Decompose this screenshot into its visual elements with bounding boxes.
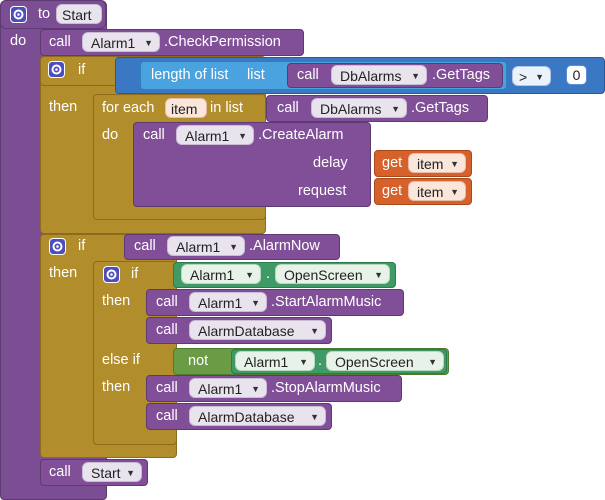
procedure-name: AlarmDatabase <box>198 323 295 339</box>
component-name: Alarm1 <box>176 239 221 255</box>
component-dropdown[interactable]: Alarm1 ▼ <box>82 32 160 52</box>
for-each-keyword: for each <box>102 100 155 116</box>
variable-dropdown[interactable]: item ▼ <box>408 181 466 201</box>
request-label: request <box>298 183 347 199</box>
get-keyword: get <box>382 155 403 171</box>
call-keyword: call <box>143 127 165 143</box>
procedure-dropdown[interactable]: Start ▼ <box>82 462 142 482</box>
procedure-dropdown[interactable]: AlarmDatabase ▼ <box>189 320 326 340</box>
call-keyword: call <box>156 294 178 310</box>
component-dropdown[interactable]: Alarm1 ▼ <box>189 378 267 398</box>
then-keyword: then <box>102 379 131 395</box>
then-keyword: then <box>49 265 78 281</box>
method-name: .AlarmNow <box>249 238 320 254</box>
delay-label: delay <box>313 155 348 171</box>
procedure-name: AlarmDatabase <box>198 409 295 425</box>
loop-variable-field[interactable]: item <box>165 98 207 118</box>
call-keyword: call <box>134 238 156 254</box>
chevron-down-icon: ▼ <box>126 468 135 478</box>
length-of-list-label: length of list <box>151 67 229 83</box>
chevron-down-icon: ▼ <box>428 357 437 367</box>
call-keyword: call <box>297 67 319 83</box>
then-keyword: then <box>49 99 78 115</box>
component-name: Alarm1 <box>185 128 230 144</box>
chevron-down-icon: ▼ <box>535 72 544 82</box>
chevron-down-icon: ▼ <box>450 187 459 197</box>
chevron-down-icon: ▼ <box>411 71 420 81</box>
do-keyword: do <box>102 127 119 143</box>
if-gear-icon[interactable] <box>48 61 65 78</box>
method-name: .GetTags <box>432 67 491 83</box>
chevron-down-icon: ▼ <box>251 384 260 394</box>
component-dropdown[interactable]: DbAlarms ▼ <box>311 98 407 118</box>
chevron-down-icon: ▼ <box>229 242 238 252</box>
do-label: do <box>10 33 27 49</box>
call-keyword: call <box>156 380 178 396</box>
chevron-down-icon: ▼ <box>391 104 400 114</box>
compare-operator-dropdown[interactable]: > ▼ <box>512 66 551 86</box>
chevron-down-icon: ▼ <box>251 298 260 308</box>
chevron-down-icon: ▼ <box>374 270 383 280</box>
if-keyword: if <box>78 238 86 254</box>
procedure-name: Start <box>91 465 121 481</box>
component-name: Alarm1 <box>198 295 243 311</box>
variable-dropdown[interactable]: item ▼ <box>408 153 466 173</box>
method-name: .GetTags <box>411 100 470 116</box>
component-dropdown[interactable]: DbAlarms ▼ <box>331 65 427 85</box>
method-name: .CreateAlarm <box>258 127 344 143</box>
component-dropdown[interactable]: Alarm1 ▼ <box>189 292 267 312</box>
component-dropdown[interactable]: Alarm1 ▼ <box>176 125 254 145</box>
if-gear-icon[interactable] <box>103 266 120 283</box>
call-keyword: call <box>156 322 178 338</box>
else-if-keyword: else if <box>102 352 140 368</box>
chevron-down-icon: ▼ <box>450 159 459 169</box>
compare-operator: > <box>519 69 528 85</box>
if-gear-icon[interactable] <box>49 238 66 255</box>
component-name: DbAlarms <box>340 68 402 84</box>
property-name: OpenScreen <box>335 354 414 370</box>
component-name: Alarm1 <box>244 354 289 370</box>
component-dropdown[interactable]: Alarm1 ▼ <box>235 351 315 371</box>
component-dropdown[interactable]: Alarm1 ▼ <box>181 264 261 284</box>
call-keyword: call <box>49 34 71 50</box>
method-name: .StopAlarmMusic <box>271 380 381 396</box>
to-label: to <box>38 6 51 22</box>
number-zero[interactable]: 0 <box>566 65 587 85</box>
call-keyword: call <box>49 464 71 480</box>
property-dropdown[interactable]: OpenScreen ▼ <box>326 351 444 371</box>
chevron-down-icon: ▼ <box>310 412 319 422</box>
chevron-down-icon: ▼ <box>245 270 254 280</box>
component-name: Alarm1 <box>91 35 136 51</box>
then-keyword: then <box>102 293 131 309</box>
dot-label: . <box>266 266 271 282</box>
chevron-down-icon: ▼ <box>299 357 308 367</box>
if-keyword: if <box>78 62 86 78</box>
procedure-dropdown[interactable]: AlarmDatabase ▼ <box>189 406 326 426</box>
chevron-down-icon: ▼ <box>310 326 319 336</box>
list-label: list <box>247 67 265 83</box>
in-list-keyword: in list <box>210 100 244 116</box>
variable-name: item <box>417 156 444 172</box>
procedure-name-field[interactable]: Start <box>56 4 102 24</box>
chevron-down-icon: ▼ <box>144 38 153 48</box>
property-dropdown[interactable]: OpenScreen ▼ <box>275 264 390 284</box>
variable-name: item <box>417 184 444 200</box>
component-name: Alarm1 <box>190 267 235 283</box>
dot-label: . <box>318 353 323 369</box>
mutator-gear-icon[interactable] <box>10 6 27 23</box>
property-name: OpenScreen <box>284 267 363 283</box>
chevron-down-icon: ▼ <box>238 131 247 141</box>
get-keyword: get <box>382 183 403 199</box>
component-name: Alarm1 <box>198 381 243 397</box>
call-keyword: call <box>156 408 178 424</box>
method-name: .CheckPermission <box>164 34 281 50</box>
method-name: .StartAlarmMusic <box>271 294 382 310</box>
if-keyword: if <box>131 266 139 282</box>
component-dropdown[interactable]: Alarm1 ▼ <box>167 236 245 256</box>
not-keyword: not <box>188 353 209 369</box>
call-keyword: call <box>277 100 299 116</box>
component-name: DbAlarms <box>320 101 382 117</box>
